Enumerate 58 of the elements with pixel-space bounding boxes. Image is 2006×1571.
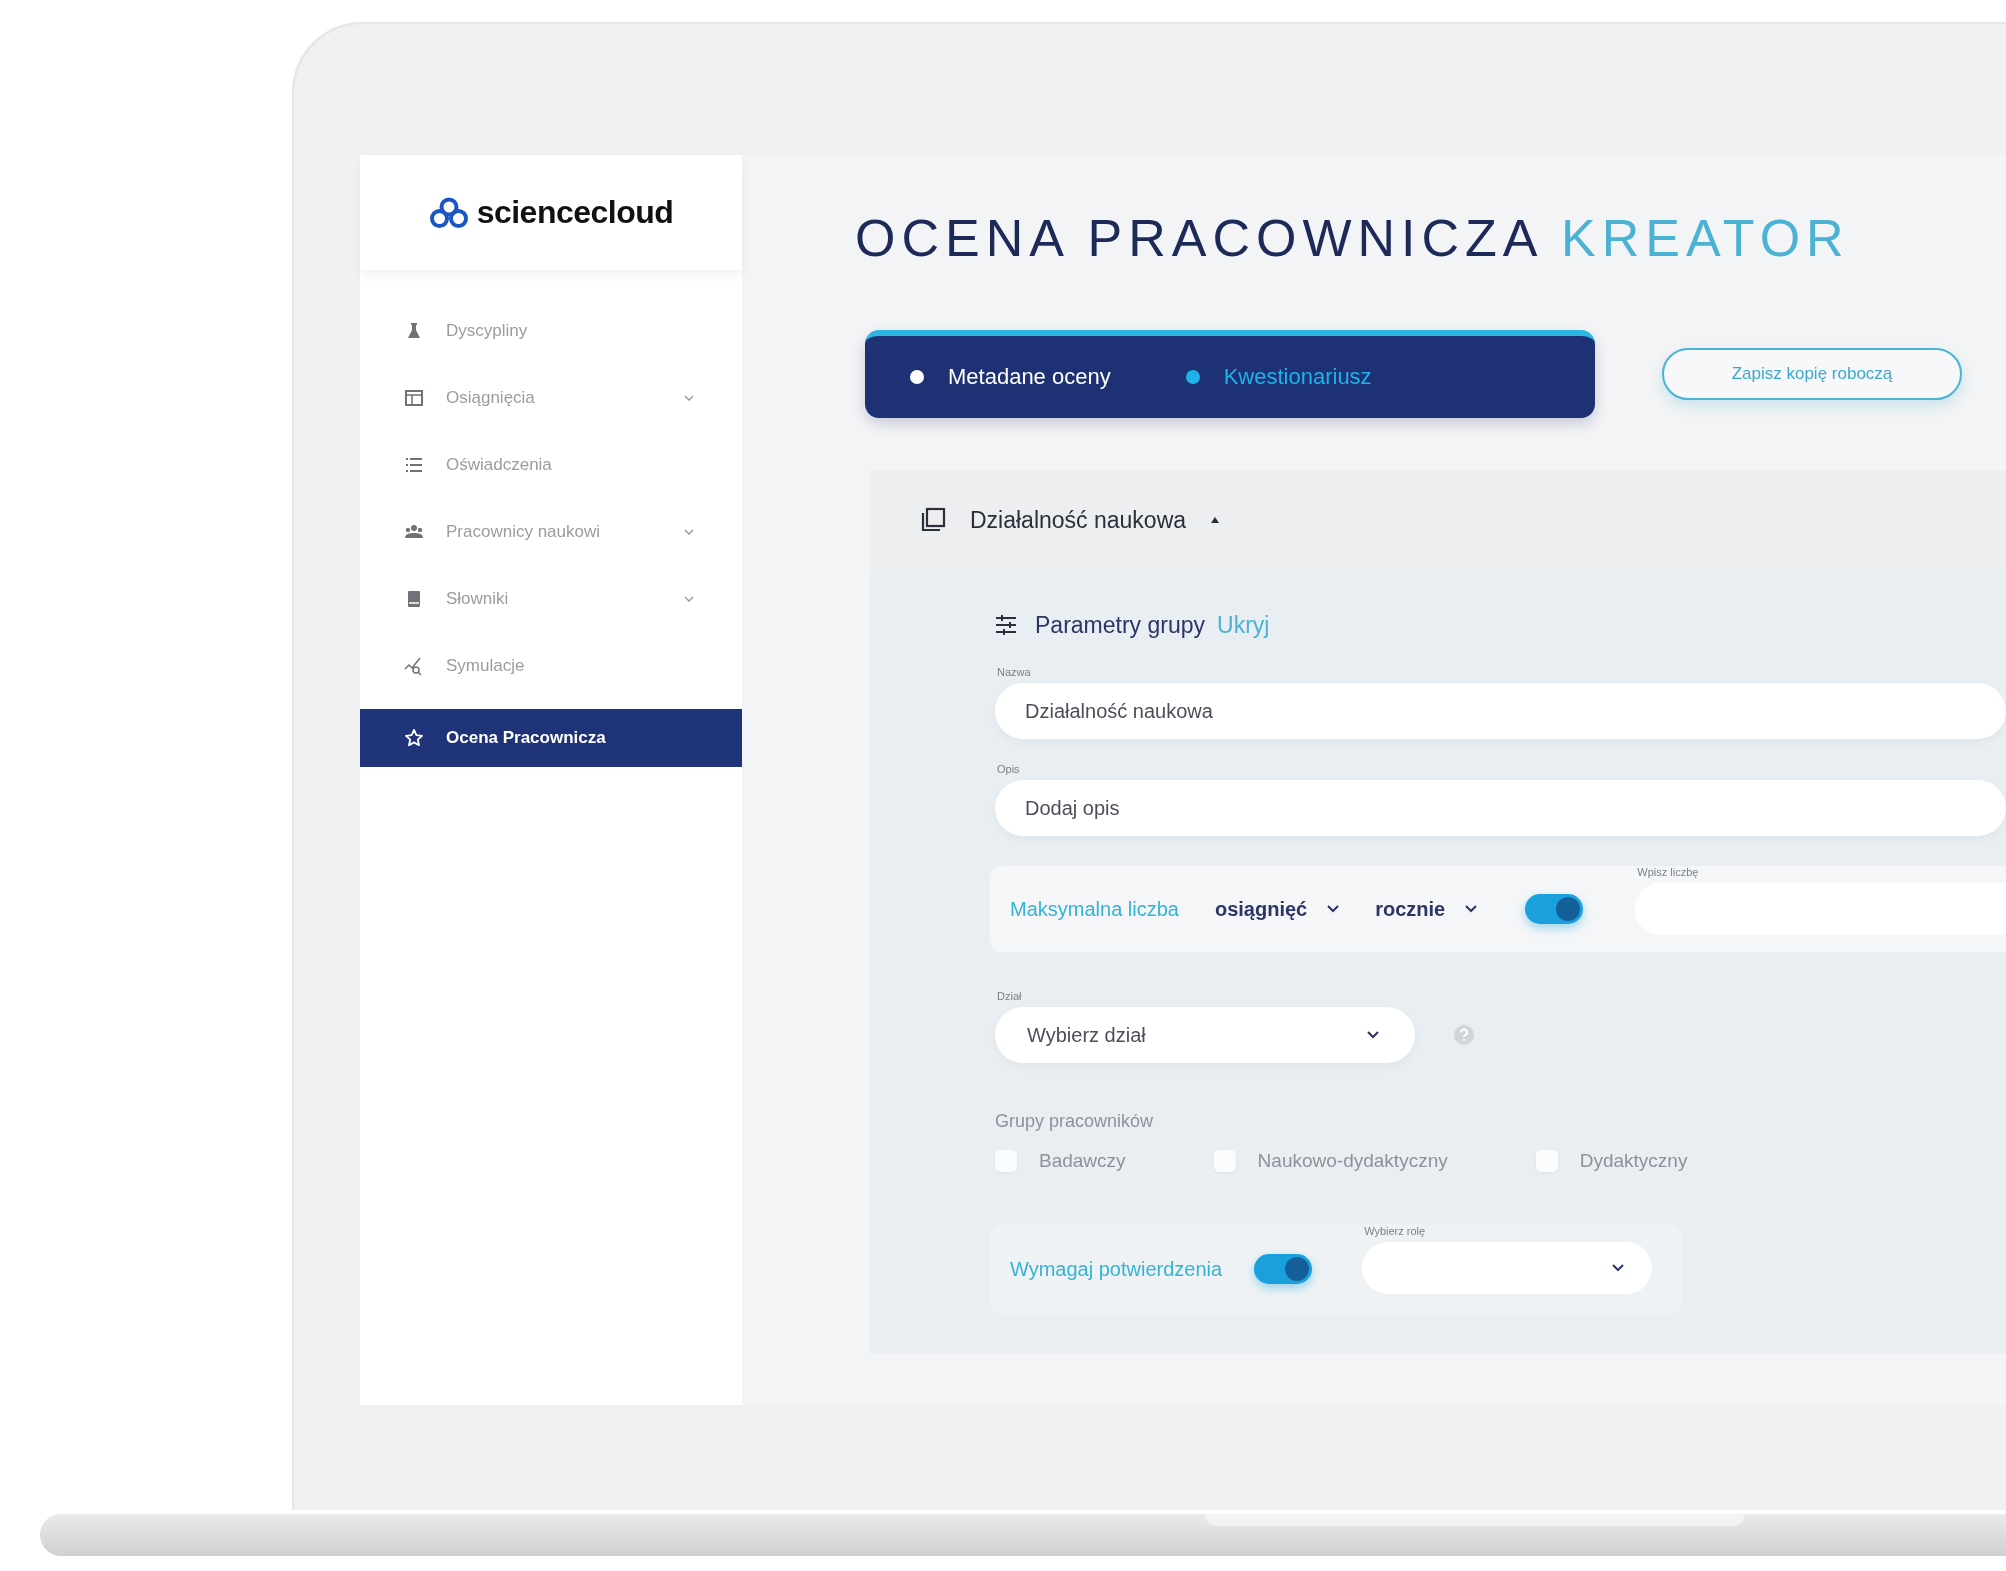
checkbox-label: Naukowo-dydaktyczny	[1257, 1150, 1448, 1172]
sliders-icon	[995, 615, 1017, 635]
department-select[interactable]: Wybierz dział	[995, 1007, 1415, 1063]
sidebar-item-label: Oświadczenia	[446, 454, 553, 475]
star-icon	[404, 728, 424, 748]
collapse-caret-icon[interactable]	[1210, 516, 1221, 524]
checkbox[interactable]	[995, 1150, 1017, 1172]
chart-search-icon	[404, 655, 424, 676]
sidebar-item[interactable]: Słowniki	[360, 565, 742, 632]
calendar-icon	[404, 387, 424, 408]
chevron-icon	[1367, 1031, 1379, 1039]
sidebar-item-label: Słowniki	[446, 588, 510, 609]
copy-icon	[920, 507, 946, 533]
sidebar-item-label: Osiągnięcia	[446, 387, 536, 408]
sidebar-item[interactable]: Dyscypliny	[360, 297, 742, 364]
checkbox-label: Badawczy	[1039, 1150, 1126, 1172]
section-title: Działalność naukowa	[970, 506, 1187, 534]
checkbox[interactable]	[1213, 1150, 1236, 1172]
step-tab[interactable]: Metadane oceny	[910, 364, 1111, 390]
sidebar-item-label: Ocena Pracownicza	[446, 728, 607, 748]
chevron-icon	[1612, 1263, 1625, 1272]
checkbox[interactable]	[1535, 1150, 1558, 1172]
caret-icon	[684, 528, 694, 535]
save-draft-button[interactable]: Zapisz kopię roboczą	[1662, 348, 1962, 400]
hide-link[interactable]: Ukryj	[1217, 611, 1270, 639]
sidebar-item[interactable]: Oświadczenia	[360, 431, 742, 498]
sidebar-item[interactable]: Ocena Pracownicza	[360, 709, 742, 767]
sidebar-item[interactable]: Osiągnięcia	[360, 364, 742, 431]
sidebar-item-label: Pracownicy naukowi	[446, 521, 601, 542]
chevron-icon	[1465, 905, 1478, 913]
field-label: Wpisz liczbę	[1636, 865, 1700, 878]
toggle-switch[interactable]	[1254, 1254, 1313, 1284]
caret-icon	[684, 394, 694, 401]
text-field[interactable]: Dodaj opis	[995, 780, 2006, 836]
unit-dropdown[interactable]: osiągnięć	[1214, 897, 1340, 921]
field-label: Wybierz rolę	[1363, 1224, 1427, 1237]
sidebar-item[interactable]: Symulacje	[360, 632, 742, 699]
checkbox-label: Dydaktyczny	[1579, 1150, 1688, 1172]
limit-label: Maksymalna liczba	[1010, 897, 1179, 921]
caret-icon	[684, 595, 694, 602]
step-tab[interactable]: Kwestionariusz	[1185, 364, 1372, 390]
sidebar-item[interactable]: Pracownicy naukowi	[360, 498, 742, 565]
confirmation-label: Wymagaj potwierdzenia	[1010, 1257, 1223, 1281]
text-field[interactable]: Działalność naukowa	[995, 683, 2006, 739]
sidebar-item-label: Dyscypliny	[446, 320, 529, 341]
sidebar-item-label: Symulacje	[446, 655, 526, 676]
toggle-switch[interactable]	[1525, 894, 1584, 924]
params-heading: Parametry grupy	[1035, 611, 1205, 639]
group-heading: Grupy pracowników	[995, 1111, 1154, 1131]
logo-wordmark: sciencecloud	[476, 194, 674, 231]
logo-icon	[428, 196, 469, 229]
field-label: Nazwa	[996, 666, 1032, 678]
field-label: Opis	[996, 763, 1021, 775]
field-label: Dział	[996, 990, 1023, 1002]
period-dropdown[interactable]: rocznie	[1375, 897, 1478, 921]
page-title: OCENA PRACOWNICZA KREATOR	[855, 210, 1851, 266]
help-icon[interactable]	[1453, 1024, 1475, 1046]
chevron-icon	[1327, 905, 1340, 913]
